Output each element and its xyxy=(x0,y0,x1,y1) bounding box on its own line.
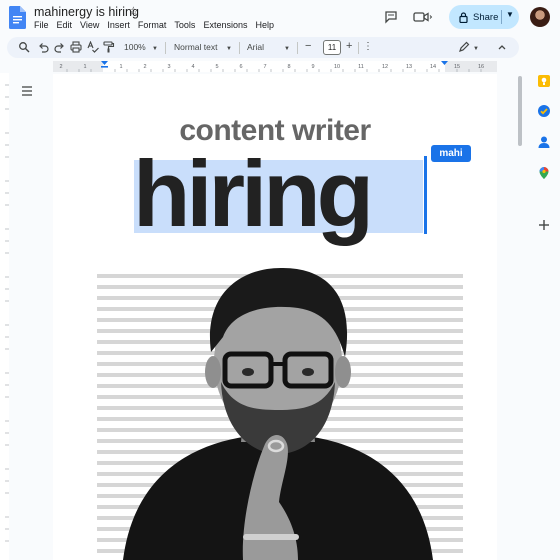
toolbar-divider xyxy=(358,42,359,54)
ruler-label: 16 xyxy=(478,64,484,70)
menu-view[interactable]: View xyxy=(80,20,99,30)
video-call-icon[interactable] xyxy=(413,11,433,23)
ruler-label: 9 xyxy=(311,64,314,70)
font-size-input[interactable]: 11 xyxy=(323,40,341,55)
ruler-label: 3 xyxy=(167,64,170,70)
zoom-select[interactable]: 100% xyxy=(124,41,146,54)
keep-icon[interactable] xyxy=(537,74,551,88)
share-label: Share xyxy=(473,11,499,23)
chevron-down-icon[interactable]: ▼ xyxy=(152,43,158,56)
print-icon[interactable] xyxy=(70,41,82,53)
chevron-down-icon[interactable]: ▼ xyxy=(284,43,290,56)
first-line-indent-marker[interactable] xyxy=(101,66,108,68)
menu-insert[interactable]: Insert xyxy=(107,20,130,30)
title-bar: mahinergy is hiring ☆ File Edit View Ins… xyxy=(0,0,560,36)
menu-edit[interactable]: Edit xyxy=(57,20,73,30)
ruler-label: 7 xyxy=(263,64,266,70)
chevron-up-icon[interactable] xyxy=(497,42,507,52)
collaborator-cursor-label: mahi xyxy=(431,145,471,162)
ruler-label: 5 xyxy=(215,64,218,70)
scrollbar-thumb[interactable] xyxy=(518,76,522,146)
menu-format[interactable]: Format xyxy=(138,20,167,30)
toolbar-divider xyxy=(297,42,298,54)
font-select[interactable]: Arial xyxy=(247,41,264,54)
scrollbar[interactable] xyxy=(518,70,522,560)
more-options-icon[interactable]: ⋮ xyxy=(363,40,373,53)
share-divider xyxy=(501,10,502,24)
comment-icon[interactable] xyxy=(384,10,398,24)
vertical-ruler[interactable] xyxy=(0,73,9,560)
docs-logo-icon[interactable] xyxy=(9,6,26,29)
ruler-label: 8 xyxy=(287,64,290,70)
spellcheck-icon[interactable] xyxy=(87,41,99,53)
ruler-label: 1 xyxy=(83,64,86,70)
add-icon[interactable] xyxy=(537,218,551,232)
toolbar-divider xyxy=(165,42,166,54)
menu-extensions[interactable]: Extensions xyxy=(203,20,247,30)
ruler-label: 11 xyxy=(358,64,364,70)
ruler-label: 1 xyxy=(119,64,122,70)
increase-font-size-button[interactable]: + xyxy=(346,40,352,53)
share-button[interactable]: Share ▼ xyxy=(449,5,519,29)
formatting-toolbar: 100% ▼ Normal text ▼ Arial ▼ − 11 + ⋮ ▼ xyxy=(7,37,519,58)
decrease-font-size-button[interactable]: − xyxy=(305,40,311,53)
contacts-icon[interactable] xyxy=(537,135,551,149)
ruler-label: 2 xyxy=(143,64,146,70)
tasks-icon[interactable] xyxy=(537,104,551,118)
horizontal-ruler[interactable]: 2 1 1 2 3 4 5 6 7 8 9 10 11 12 13 14 15 … xyxy=(53,59,497,73)
menu-bar: File Edit View Insert Format Tools Exten… xyxy=(34,20,274,30)
ruler-label: 12 xyxy=(382,64,388,70)
side-panel xyxy=(527,36,560,560)
document-outline-icon[interactable] xyxy=(18,83,36,99)
document-page[interactable]: content writer hiring mahi xyxy=(53,74,497,560)
ruler-label: 2 xyxy=(59,64,62,70)
menu-file[interactable]: File xyxy=(34,20,49,30)
paragraph-style-select[interactable]: Normal text xyxy=(174,41,217,54)
toolbar-divider xyxy=(239,42,240,54)
star-icon[interactable]: ☆ xyxy=(128,4,139,18)
menu-tools[interactable]: Tools xyxy=(174,20,195,30)
ruler-label: 10 xyxy=(334,64,340,70)
ruler-label: 6 xyxy=(239,64,242,70)
paint-format-icon[interactable] xyxy=(103,41,115,53)
document-title[interactable]: mahinergy is hiring xyxy=(34,5,139,19)
portrait-photo[interactable] xyxy=(93,232,463,560)
redo-icon[interactable] xyxy=(54,42,65,53)
text-cursor xyxy=(424,156,427,234)
avatar[interactable] xyxy=(530,7,550,27)
maps-icon[interactable] xyxy=(537,166,551,180)
chevron-down-icon[interactable]: ▼ xyxy=(473,43,479,56)
pen-icon[interactable] xyxy=(458,41,470,53)
chevron-down-icon[interactable]: ▼ xyxy=(226,43,232,56)
ruler-label: 4 xyxy=(191,64,194,70)
ruler-label: 15 xyxy=(454,64,460,70)
chevron-down-icon[interactable]: ▼ xyxy=(506,10,514,19)
menu-help[interactable]: Help xyxy=(255,20,274,30)
search-icon[interactable] xyxy=(18,41,30,53)
lock-icon xyxy=(459,11,468,23)
ruler-label: 13 xyxy=(406,64,412,70)
ruler-label: 14 xyxy=(430,64,436,70)
undo-icon[interactable] xyxy=(38,42,49,53)
